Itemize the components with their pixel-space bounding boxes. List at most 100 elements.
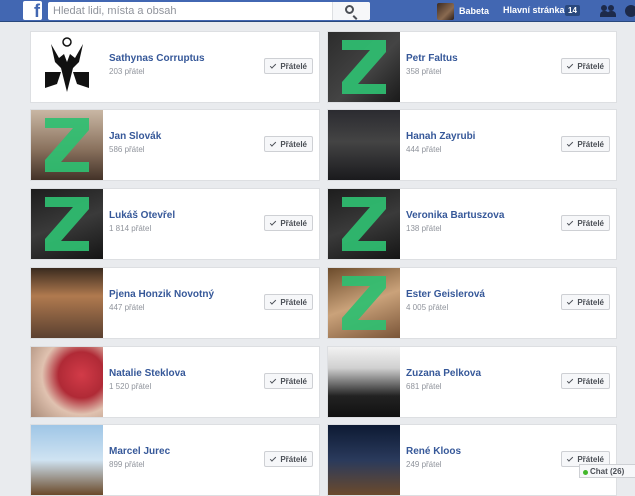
friend-name-link[interactable]: Sathynas Corruptus (109, 53, 205, 64)
z-letter-icon (45, 197, 89, 251)
friend-name-link[interactable]: Petr Faltus (406, 53, 458, 64)
friend-name-link[interactable]: Lukáš Otevřel (109, 210, 175, 221)
search-input[interactable] (53, 2, 333, 20)
friends-button-label: Přátelé (280, 376, 307, 386)
friend-name-link[interactable]: Zuzana Pelkova (406, 368, 481, 379)
search-box (48, 2, 370, 20)
check-icon (567, 454, 574, 462)
friend-count: 4 005 přátel (406, 303, 449, 312)
friend-card: Veronika Bartuszova 138 přátel Přátelé (327, 188, 617, 260)
friend-card: Marcel Jurec 899 přátel Přátelé (30, 424, 320, 496)
friend-name-link[interactable]: Jan Slovák (109, 131, 161, 142)
friends-grid: Sathynas Corruptus 203 přátel Přátelé Petr … (0, 22, 635, 496)
friends-button-label: Přátelé (280, 297, 307, 307)
friend-profile-photo[interactable] (31, 268, 103, 338)
check-icon (270, 376, 277, 384)
z-letter-icon (342, 40, 386, 94)
friends-button[interactable]: Přátelé (561, 215, 610, 231)
friend-profile-photo[interactable] (31, 347, 103, 417)
friend-name-link[interactable]: René Kloos (406, 446, 461, 457)
friend-name-link[interactable]: Veronika Bartuszova (406, 210, 504, 221)
friends-button[interactable]: Přátelé (561, 136, 610, 152)
friends-button[interactable]: Přátelé (264, 294, 313, 310)
friend-profile-photo[interactable] (328, 268, 400, 338)
friend-requests-icon[interactable] (600, 4, 616, 18)
check-icon (270, 61, 277, 69)
friends-button-label: Přátelé (577, 139, 604, 149)
friend-profile-photo[interactable] (328, 32, 400, 102)
check-icon (567, 218, 574, 226)
friends-button-label: Přátelé (577, 218, 604, 228)
search-icon (345, 5, 354, 14)
online-status-icon (583, 470, 588, 475)
friend-card: Jan Slovák 586 přátel Přátelé (30, 109, 320, 181)
friends-button[interactable]: Přátelé (561, 373, 610, 389)
friend-count: 447 přátel (109, 303, 145, 312)
friend-count: 138 přátel (406, 224, 442, 233)
friends-button[interactable]: Přátelé (264, 58, 313, 74)
profile-link[interactable]: Babeta (437, 2, 489, 20)
friend-profile-photo[interactable] (31, 32, 103, 102)
friends-button[interactable]: Přátelé (561, 58, 610, 74)
friend-profile-photo[interactable] (328, 425, 400, 495)
friend-card: René Kloos 249 přátel Přátelé (327, 424, 617, 496)
check-icon (567, 376, 574, 384)
check-icon (567, 61, 574, 69)
friends-button-label: Přátelé (280, 61, 307, 71)
friend-count: 1 520 přátel (109, 382, 152, 391)
friend-card: Ester Geislerová 4 005 přátel Přátelé (327, 267, 617, 339)
friends-button-label: Přátelé (280, 218, 307, 228)
check-icon (270, 454, 277, 462)
friend-card: Natalie Steklova 1 520 přátel Přátelé (30, 346, 320, 418)
user-name: Babeta (459, 6, 490, 16)
top-navigation-bar: f Babeta Hlavní stránka 14 (0, 0, 635, 22)
friend-name-link[interactable]: Natalie Steklova (109, 368, 186, 379)
check-icon (270, 297, 277, 305)
z-letter-icon (342, 197, 386, 251)
friend-card: Sathynas Corruptus 203 přátel Přátelé (30, 31, 320, 103)
friend-count: 203 přátel (109, 67, 145, 76)
friends-button-label: Přátelé (577, 297, 604, 307)
friend-profile-photo[interactable] (328, 110, 400, 180)
friend-count: 586 přátel (109, 145, 145, 154)
check-icon (270, 218, 277, 226)
friend-name-link[interactable]: Hanah Zayrubi (406, 131, 475, 142)
facebook-logo-icon[interactable]: f (23, 1, 42, 21)
friend-profile-photo[interactable] (328, 189, 400, 259)
friends-button-label: Přátelé (280, 454, 307, 464)
friend-card: Zuzana Pelkova 681 přátel Přátelé (327, 346, 617, 418)
friend-card: Lukáš Otevřel 1 814 přátel Přátelé (30, 188, 320, 260)
friend-count: 444 přátel (406, 145, 442, 154)
home-link[interactable]: Hlavní stránka (503, 5, 565, 15)
avatar (437, 2, 454, 20)
check-icon (567, 139, 574, 147)
friends-button-label: Přátelé (577, 454, 604, 464)
friend-profile-photo[interactable] (328, 347, 400, 417)
friends-button-label: Přátelé (577, 376, 604, 386)
friend-profile-photo[interactable] (31, 189, 103, 259)
check-icon (567, 297, 574, 305)
friends-button[interactable]: Přátelé (561, 294, 610, 310)
friends-button[interactable]: Přátelé (264, 136, 313, 152)
friends-button-label: Přátelé (280, 139, 307, 149)
check-icon (270, 139, 277, 147)
friends-button[interactable]: Přátelé (264, 373, 313, 389)
chat-bar[interactable]: Chat (26) (579, 464, 635, 478)
z-letter-icon (342, 276, 386, 330)
friend-count: 681 přátel (406, 382, 442, 391)
friend-profile-photo[interactable] (31, 425, 103, 495)
friend-card: Petr Faltus 358 přátel Přátelé (327, 31, 617, 103)
friend-count: 899 přátel (109, 460, 145, 469)
messages-icon[interactable] (625, 5, 635, 17)
friend-count: 1 814 přátel (109, 224, 152, 233)
search-button[interactable] (332, 2, 370, 20)
friend-name-link[interactable]: Ester Geislerová (406, 289, 485, 300)
friend-card: Pjena Honzik Novotný 447 přátel Přátelé (30, 267, 320, 339)
friends-button[interactable]: Přátelé (264, 451, 313, 467)
chat-label: Chat (26) (590, 467, 625, 476)
home-notification-badge: 14 (565, 5, 580, 16)
friend-name-link[interactable]: Marcel Jurec (109, 446, 170, 457)
friend-profile-photo[interactable] (31, 110, 103, 180)
friends-button[interactable]: Přátelé (264, 215, 313, 231)
friend-name-link[interactable]: Pjena Honzik Novotný (109, 289, 214, 300)
